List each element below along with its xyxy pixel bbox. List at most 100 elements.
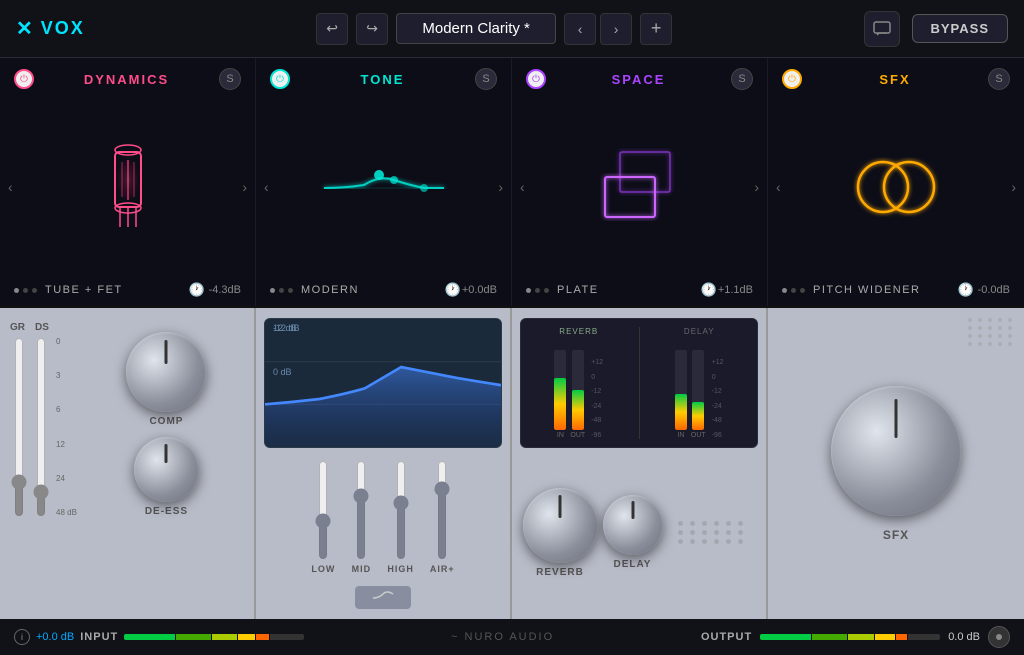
reverb-out-wrap: OUT: [570, 350, 585, 439]
space-module: ⏻ SPACE S ‹ ›: [512, 58, 768, 306]
controls-strip: GR DS 036122448 dB COMP: [0, 308, 1024, 618]
dynamics-controls: GR DS 036122448 dB COMP: [0, 308, 256, 619]
space-power-button[interactable]: ⏻: [526, 69, 546, 89]
delay-in-wrap: IN: [675, 350, 687, 439]
low-slider-wrap: LOW: [311, 460, 335, 574]
dynamics-title: DYNAMICS: [84, 72, 169, 87]
add-preset-button[interactable]: +: [640, 13, 672, 45]
next-preset-button[interactable]: ›: [600, 13, 632, 45]
comp-knob[interactable]: [126, 332, 206, 412]
dynamics-s-button[interactable]: S: [219, 68, 241, 90]
sfx-knob-wrap: SFX: [831, 386, 961, 542]
speaker-dots: [668, 511, 756, 554]
airplus-slider-wrap: AIR+: [430, 460, 455, 574]
pitch-widener-icon: [851, 142, 941, 232]
info-icon[interactable]: i: [14, 629, 30, 645]
sfx-power-button[interactable]: ⏻: [782, 69, 802, 89]
space-s-button[interactable]: S: [731, 68, 753, 90]
delay-in-label: IN: [677, 432, 684, 439]
space-title: SPACE: [612, 72, 666, 87]
sfx-prev-icon[interactable]: ‹: [776, 179, 781, 195]
ds-label: DS: [35, 322, 49, 333]
brand-text: ~ NURO AUDIO: [451, 631, 554, 643]
ds-slider[interactable]: [32, 337, 50, 517]
sfx-knob[interactable]: [831, 386, 961, 516]
undo-button[interactable]: ↩: [316, 13, 348, 45]
gr-slider[interactable]: [10, 337, 28, 517]
eq-display: 12 dB 0 dB -12 dB: [264, 318, 502, 448]
space-db-value: +1.1dB: [717, 284, 753, 296]
reverb-in-label: IN: [557, 432, 564, 439]
reverb-in-meter: [554, 350, 566, 430]
deess-label: DE-ESS: [145, 506, 188, 517]
sfx-next-icon[interactable]: ›: [1011, 179, 1016, 195]
deess-knob-wrap: DE-ESS: [134, 437, 199, 517]
tone-s-button[interactable]: S: [475, 68, 497, 90]
delay-out-label: OUT: [691, 432, 706, 439]
plate-icon: [590, 142, 690, 232]
output-knob-icon[interactable]: [988, 626, 1010, 648]
dynamics-prev-icon[interactable]: ‹: [8, 179, 13, 195]
eq-type-button[interactable]: [355, 586, 411, 609]
tone-prev-icon[interactable]: ‹: [264, 179, 269, 195]
space-prev-icon[interactable]: ‹: [520, 179, 525, 195]
delay-knob[interactable]: [603, 495, 663, 555]
space-controls: REVERB IN OUT +120: [512, 308, 768, 619]
comp-knob-wrap: COMP: [126, 332, 206, 427]
space-visual: ‹ ›: [512, 96, 767, 278]
dynamics-power-button[interactable]: ⏻: [14, 69, 34, 89]
sfx-db-value: -0.0dB: [974, 284, 1010, 296]
reverb-knob[interactable]: [523, 488, 598, 563]
tone-next-icon[interactable]: ›: [498, 179, 503, 195]
mid-slider[interactable]: [351, 460, 371, 560]
dynamics-next-icon[interactable]: ›: [242, 179, 247, 195]
bypass-button[interactable]: BYPASS: [912, 14, 1009, 43]
reverb-meter-group: REVERB IN OUT +120: [529, 327, 629, 439]
low-label: LOW: [311, 564, 335, 574]
deess-knob[interactable]: [134, 437, 199, 502]
preset-name[interactable]: Modern Clarity *: [396, 13, 556, 44]
redo-button[interactable]: ↪: [356, 13, 388, 45]
delay-meter-title: DELAY: [684, 327, 715, 336]
input-db: +0.0 dB: [36, 631, 74, 643]
delay-out-meter: [692, 350, 704, 430]
high-slider-wrap: HIGH: [387, 460, 414, 574]
space-next-icon[interactable]: ›: [754, 179, 759, 195]
delay-scale: +120-12-24-48-96: [712, 359, 724, 439]
output-meter-bar: [760, 634, 940, 640]
bottom-center: ~ NURO AUDIO: [304, 631, 701, 643]
delay-knob-wrap: DELAY: [603, 495, 663, 570]
reverb-meter-title: REVERB: [559, 327, 598, 336]
output-db: 0.0 dB: [948, 631, 980, 643]
meter-divider: [639, 327, 640, 439]
delay-out-wrap: OUT: [691, 350, 706, 439]
high-slider[interactable]: [391, 460, 411, 560]
dynamics-effect-name: TUBE + FET: [45, 284, 189, 296]
dynamics-knobs: COMP DE-ESS: [89, 322, 244, 517]
mid-label: MID: [352, 564, 372, 574]
input-meter-bar: [124, 634, 304, 640]
low-slider[interactable]: [313, 460, 333, 560]
prev-preset-button[interactable]: ‹: [564, 13, 596, 45]
tone-clock-icon: 🕐: [445, 282, 461, 298]
sfx-s-button[interactable]: S: [988, 68, 1010, 90]
sfx-clock-icon: 🕐: [958, 282, 974, 298]
chat-button[interactable]: [864, 11, 900, 47]
tone-header: ⏻ TONE S: [256, 58, 511, 96]
gr-label: GR: [10, 322, 25, 333]
top-right: BYPASS: [864, 11, 1009, 47]
sfx-knob-label: SFX: [883, 528, 909, 542]
sfx-module: ⏻ SFX S ‹ › PITCH WIDE: [768, 58, 1024, 306]
dynamics-visual: ‹: [0, 96, 255, 278]
space-clock-icon: 🕐: [701, 282, 717, 298]
airplus-slider[interactable]: [432, 460, 452, 560]
input-label: INPUT: [80, 631, 118, 643]
tone-power-button[interactable]: ⏻: [270, 69, 290, 89]
eq-curve-icon-btn: [371, 590, 395, 602]
sfx-header: ⏻ SFX S: [768, 58, 1024, 96]
logo-text: VOX: [41, 18, 85, 39]
reverb-scale: +120-12-24-48-96: [591, 359, 603, 439]
tube-fet-icon: [95, 132, 160, 242]
eq-curve-icon: [314, 150, 454, 225]
space-knobs-row: REVERB DELAY: [520, 456, 758, 609]
